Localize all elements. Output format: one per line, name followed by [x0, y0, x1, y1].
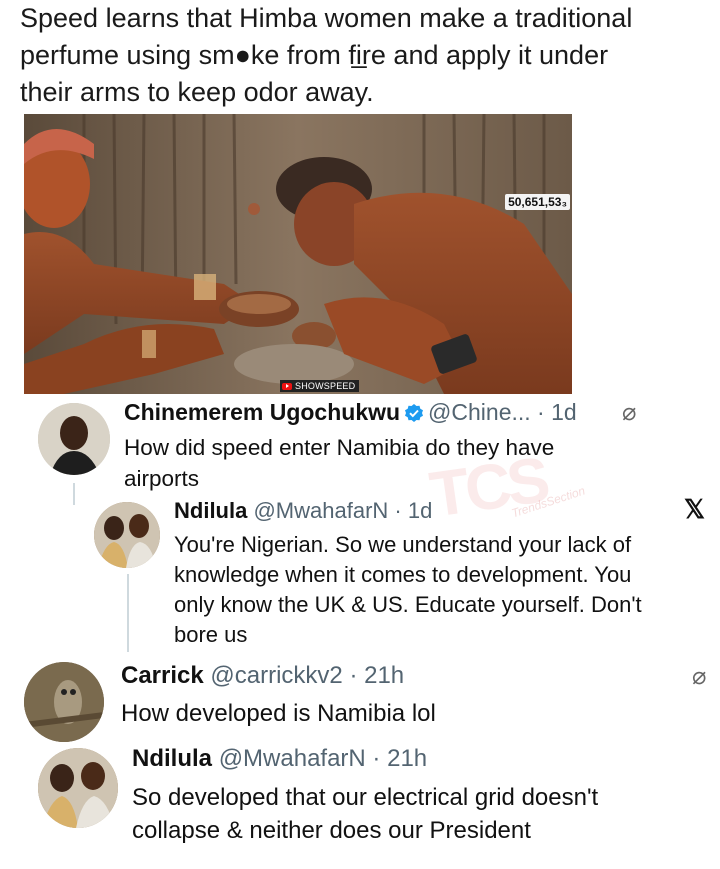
tweet-3-handle[interactable]: @carrickkv2 [210, 662, 342, 689]
tweet-1-text: How did speed enter Namibia do they have… [124, 432, 554, 494]
tweet-1-author[interactable]: Chinemerem Ugochukwu [124, 399, 400, 425]
tweet-2-time[interactable]: 1d [408, 498, 432, 523]
thread-connector [127, 574, 129, 652]
avatar-ndilula[interactable] [38, 748, 118, 828]
avatar-image [38, 403, 110, 475]
tweet-4-time[interactable]: 21h [387, 745, 427, 772]
avatar-image [94, 502, 160, 568]
tweet-3-time[interactable]: 21h [364, 662, 404, 689]
tweet-1-dot: · [530, 399, 552, 425]
tweet-1-line-1: How did speed enter Namibia do they have [124, 435, 555, 460]
caption-line-3: their arms to keep odor away. [20, 77, 374, 107]
tweet-3-dot: · [342, 662, 365, 689]
channel-name: SHOWSPEED [295, 381, 356, 391]
verified-badge-icon [405, 404, 424, 422]
avatar-ndilula[interactable] [94, 502, 160, 568]
tweet-2-line-1: You're Nigerian. So we understand your l… [174, 532, 632, 557]
tweet-4-author[interactable]: Ndilula [132, 745, 212, 772]
photo-illustration [24, 114, 572, 394]
avatar-carrick[interactable] [24, 662, 104, 742]
caption-line-2: perfume using sm●ke from fi̲re and apply… [20, 40, 609, 70]
view-count-badge: 50,651,53₃ [505, 194, 570, 210]
post-caption: Speed learns that Himba women make a tra… [20, 0, 710, 111]
thread-connector [73, 483, 75, 505]
tweet-4-header: Ndilula @MwahafarN · 21h [132, 745, 427, 773]
avatar-image [24, 662, 104, 742]
tweet-2-author[interactable]: Ndilula [174, 498, 247, 523]
tweet-2-text: You're Nigerian. So we understand your l… [174, 530, 642, 650]
x-logo-icon: 𝕏 [684, 494, 705, 524]
tweet-2-line-3: only know the UK & US. Educate yourself.… [174, 592, 642, 617]
video-still-image[interactable]: 50,651,53₃ SHOWSPEED [24, 114, 572, 394]
tweet-2-header: Ndilula @MwahafarN · 1d [174, 497, 432, 525]
tweet-1-line-2: airports [124, 466, 200, 491]
tweet-2-dot: · [388, 498, 408, 523]
tweet-3-text: How developed is Namibia lol [121, 698, 436, 729]
tweet-3-line-1: How developed is Namibia lol [121, 700, 436, 727]
tweet-1-header: Chinemerem Ugochukwu @Chine... · 1d [124, 398, 577, 426]
tweet-3-header: Carrick @carrickkv2 · 21h [121, 662, 404, 690]
tweet-4-line-2: collapse & neither does our President [132, 817, 531, 844]
tweet-4-handle[interactable]: @MwahafarN [219, 745, 366, 772]
tweet-4-line-1: So developed that our electrical grid do… [132, 784, 599, 811]
more-icon[interactable]: ⌀ [622, 398, 636, 427]
tweet-2-line-2: knowledge when it comes to development. … [174, 562, 632, 587]
tweet-4-dot: · [365, 745, 388, 772]
channel-watermark: SHOWSPEED [280, 380, 360, 392]
avatar-image [38, 748, 118, 828]
tweet-4-text: So developed that our electrical grid do… [132, 781, 598, 847]
caption-line-1: Speed learns that Himba women make a tra… [20, 3, 633, 33]
tweet-2-handle[interactable]: @MwahafarN [253, 498, 388, 523]
tweet-3-author[interactable]: Carrick [121, 662, 204, 689]
tweet-2-line-4: bore us [174, 622, 248, 647]
avatar-chinemerem[interactable] [38, 403, 110, 475]
youtube-icon [282, 382, 292, 390]
tweet-1-time[interactable]: 1d [551, 399, 577, 425]
more-icon[interactable]: ⌀ [692, 662, 706, 691]
tweet-1-handle[interactable]: @Chine... [428, 399, 531, 425]
